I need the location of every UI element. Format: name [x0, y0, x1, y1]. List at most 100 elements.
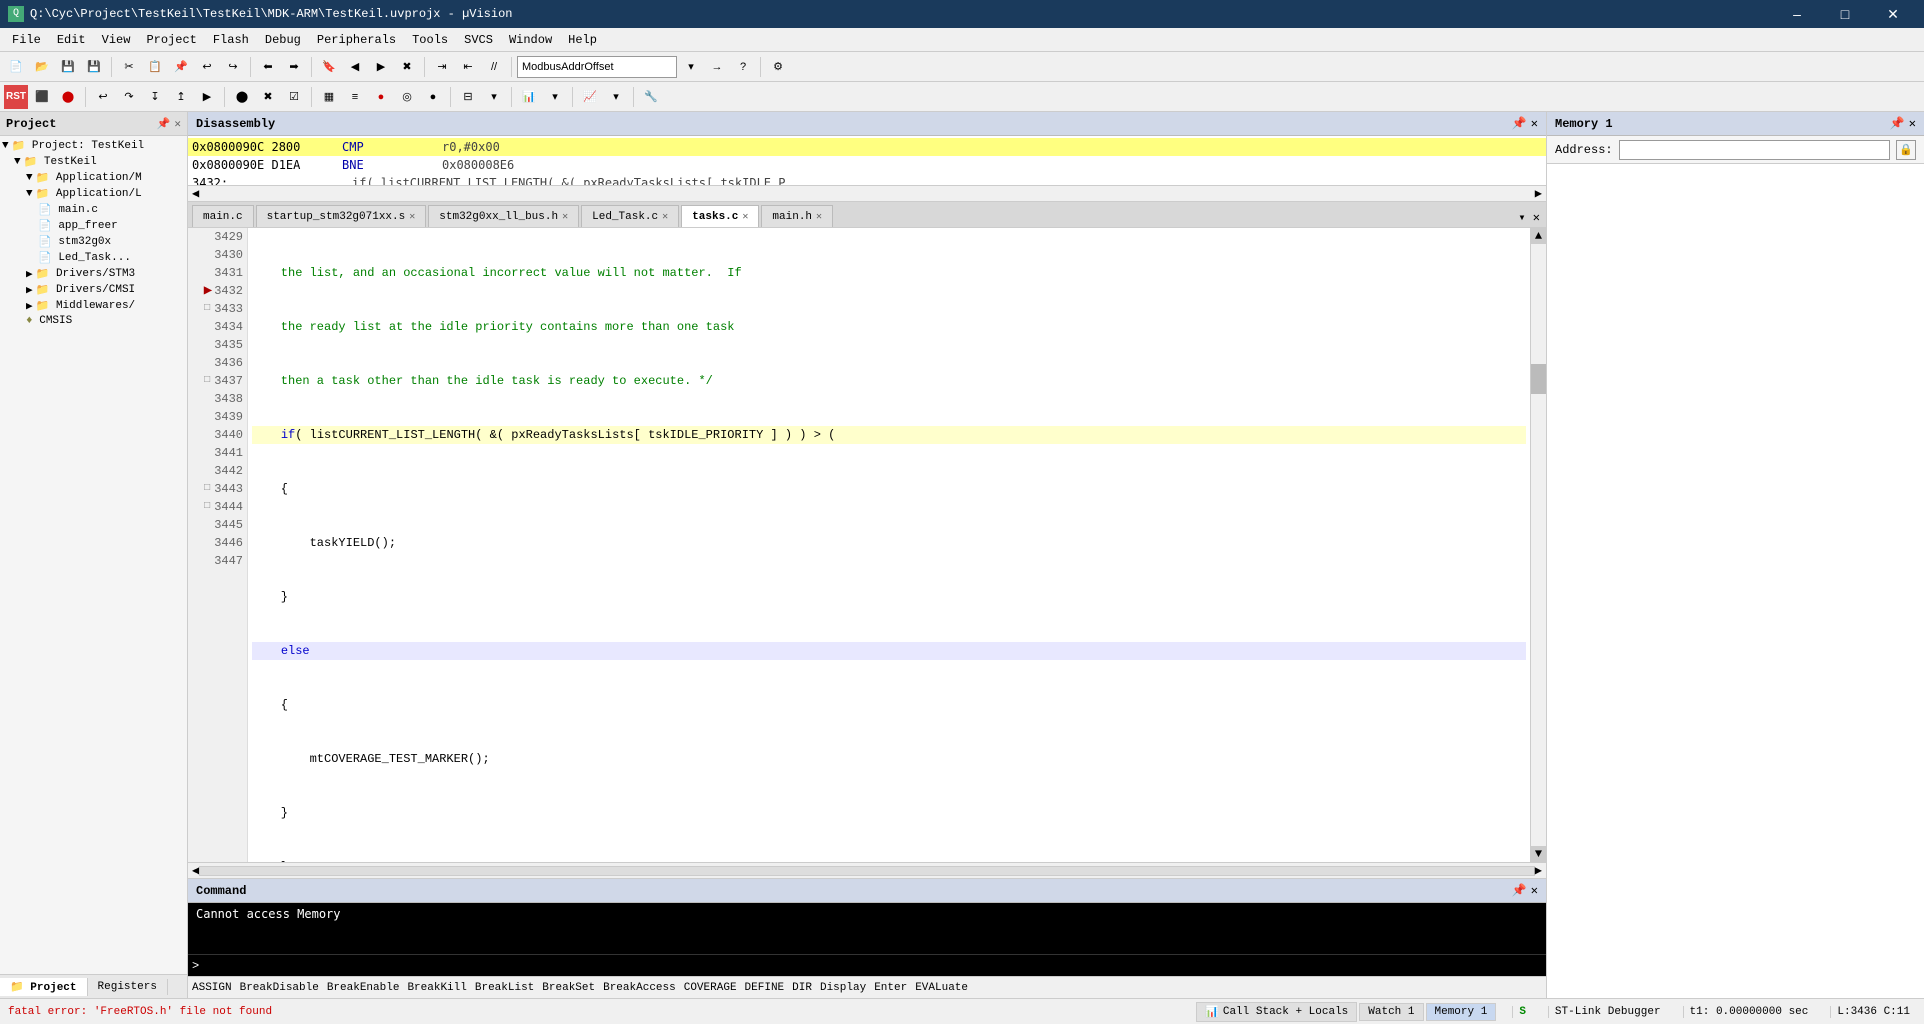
stop-debug[interactable]: ⬛ [30, 85, 54, 109]
clear-bookmark[interactable]: ✖ [395, 55, 419, 79]
close-memory-button[interactable]: ✕ [1909, 116, 1916, 131]
memory-lock-button[interactable]: 🔒 [1896, 140, 1916, 160]
hscroll-bar[interactable] [199, 866, 1535, 876]
symbol-combo[interactable] [517, 56, 677, 78]
scroll-thumb[interactable] [1531, 364, 1546, 394]
command-input[interactable] [203, 959, 1542, 973]
fold-icon-3443[interactable]: □ [204, 480, 210, 498]
close-project-button[interactable]: ✕ [174, 117, 181, 131]
view-toggle3[interactable]: ● [369, 85, 393, 109]
back-button[interactable]: ⬅ [256, 55, 280, 79]
step-into[interactable]: ↧ [143, 85, 167, 109]
tab-bus-h-close[interactable]: ✕ [562, 211, 568, 223]
open-button[interactable]: 📂 [30, 55, 54, 79]
next-bookmark[interactable]: ▶ [369, 55, 393, 79]
tree-application-m[interactable]: ▼ 📁 Application/M [0, 170, 187, 186]
pin-memory-button[interactable]: 📌 [1890, 116, 1905, 131]
editor-vscroll[interactable]: ▲ ▼ [1530, 228, 1546, 862]
close-button[interactable]: ✕ [1870, 0, 1916, 28]
status-tab-watch[interactable]: Watch 1 [1359, 1003, 1423, 1021]
reset-button[interactable]: RST [4, 85, 28, 109]
cut-button[interactable]: ✂ [117, 55, 141, 79]
enable-breakpoints[interactable]: ☑ [282, 85, 306, 109]
prev-bookmark[interactable]: ◀ [343, 55, 367, 79]
tab-registers[interactable]: Registers [88, 979, 168, 995]
tab-tasks-c-close[interactable]: ✕ [742, 211, 748, 223]
goto-button[interactable]: → [705, 55, 729, 79]
tree-middlewares[interactable]: ▶ 📁 Middlewares/ [0, 298, 187, 314]
menu-flash[interactable]: Flash [205, 31, 257, 49]
display-dropdown[interactable]: ▾ [482, 85, 506, 109]
run-button[interactable]: ▶ [195, 85, 219, 109]
view-toggle4[interactable]: ◎ [395, 85, 419, 109]
fold-icon-3444[interactable]: □ [204, 498, 210, 516]
view-toggle5[interactable]: ● [421, 85, 445, 109]
pin-command-button[interactable]: 📌 [1512, 883, 1527, 898]
tab-project[interactable]: 📁 Project [0, 978, 88, 996]
menu-edit[interactable]: Edit [49, 31, 94, 49]
comment-button[interactable]: // [482, 55, 506, 79]
tree-application-l[interactable]: ▼ 📁 Application/L [0, 186, 187, 202]
menu-tools[interactable]: Tools [404, 31, 456, 49]
paste-button[interactable]: 📌 [169, 55, 193, 79]
undo-button[interactable]: ↩ [195, 55, 219, 79]
new-file-button[interactable]: 📄 [4, 55, 28, 79]
view-toggle2[interactable]: ≡ [343, 85, 367, 109]
tab-main-c[interactable]: main.c [192, 205, 254, 227]
hscroll-right[interactable]: ▶ [1535, 863, 1542, 878]
display-mode[interactable]: ⊟ [456, 85, 480, 109]
status-tab-memory[interactable]: Memory 1 [1426, 1003, 1497, 1021]
trace-dropdown[interactable]: ▾ [543, 85, 567, 109]
tab-startup-close[interactable]: ✕ [409, 211, 415, 223]
tree-main-c[interactable]: 📄 main.c [0, 202, 187, 218]
fold-icon-3437[interactable]: □ [204, 372, 210, 390]
tab-overflow-button[interactable]: ▾ ✕ [1512, 208, 1546, 227]
tab-main-h[interactable]: main.h ✕ [761, 205, 833, 227]
pin-disasm-button[interactable]: 📌 [1512, 116, 1527, 131]
logic-dropdown[interactable]: ▾ [604, 85, 628, 109]
breakpoint-toggle[interactable]: ⬤ [230, 85, 254, 109]
scroll-up-button[interactable]: ▲ [1531, 228, 1546, 244]
tree-drivers-stm3[interactable]: ▶ 📁 Drivers/STM3 [0, 266, 187, 282]
tab-led-task[interactable]: Led_Task.c ✕ [581, 205, 679, 227]
tree-led-task[interactable]: 📄 Led_Task... [0, 250, 187, 266]
save-all-button[interactable]: 💾 [82, 55, 106, 79]
pin-project-button[interactable]: 📌 [157, 117, 171, 131]
tab-startup[interactable]: startup_stm32g071xx.s ✕ [256, 205, 427, 227]
scroll-track[interactable] [1531, 244, 1546, 846]
menu-file[interactable]: File [4, 31, 49, 49]
tree-testkeil[interactable]: ▼ 📁 TestKeil [0, 154, 187, 170]
save-button[interactable]: 💾 [56, 55, 80, 79]
minimize-button[interactable]: – [1774, 0, 1820, 28]
disasm-scroll-left[interactable]: ◀ [192, 186, 199, 201]
config-button[interactable]: 🔧 [639, 85, 663, 109]
menu-debug[interactable]: Debug [257, 31, 309, 49]
tab-main-h-close[interactable]: ✕ [816, 211, 822, 223]
unindent-button[interactable]: ⇤ [456, 55, 480, 79]
tree-cmsis[interactable]: ♦ CMSIS [0, 314, 187, 328]
combo-dropdown[interactable]: ▾ [679, 55, 703, 79]
maximize-button[interactable]: □ [1822, 0, 1868, 28]
tree-project[interactable]: ▼ 📁 Project: TestKeil [0, 138, 187, 154]
menu-window[interactable]: Window [501, 31, 560, 49]
hscroll-left[interactable]: ◀ [192, 863, 199, 878]
menu-svcs[interactable]: SVCS [456, 31, 501, 49]
step-over[interactable]: ↷ [117, 85, 141, 109]
help-button[interactable]: ? [731, 55, 755, 79]
settings-button[interactable]: ⚙ [766, 55, 790, 79]
run-to-cursor[interactable]: ↩ [91, 85, 115, 109]
clear-breakpoints[interactable]: ✖ [256, 85, 280, 109]
stop-red[interactable]: ⬤ [56, 85, 80, 109]
code-content[interactable]: the list, and an occasional incorrect va… [248, 228, 1530, 862]
disasm-scroll-right[interactable]: ▶ [1535, 186, 1542, 201]
copy-button[interactable]: 📋 [143, 55, 167, 79]
tree-drivers-cmsi[interactable]: ▶ 📁 Drivers/CMSI [0, 282, 187, 298]
menu-project[interactable]: Project [138, 31, 204, 49]
view-toggle1[interactable]: ▦ [317, 85, 341, 109]
scroll-down-button[interactable]: ▼ [1531, 846, 1546, 862]
fold-icon-3433[interactable]: □ [204, 300, 210, 318]
menu-view[interactable]: View [94, 31, 139, 49]
editor-hscroll[interactable]: ◀ ▶ [188, 862, 1546, 878]
tab-bus-h[interactable]: stm32g0xx_ll_bus.h ✕ [428, 205, 579, 227]
trace-button[interactable]: 📊 [517, 85, 541, 109]
